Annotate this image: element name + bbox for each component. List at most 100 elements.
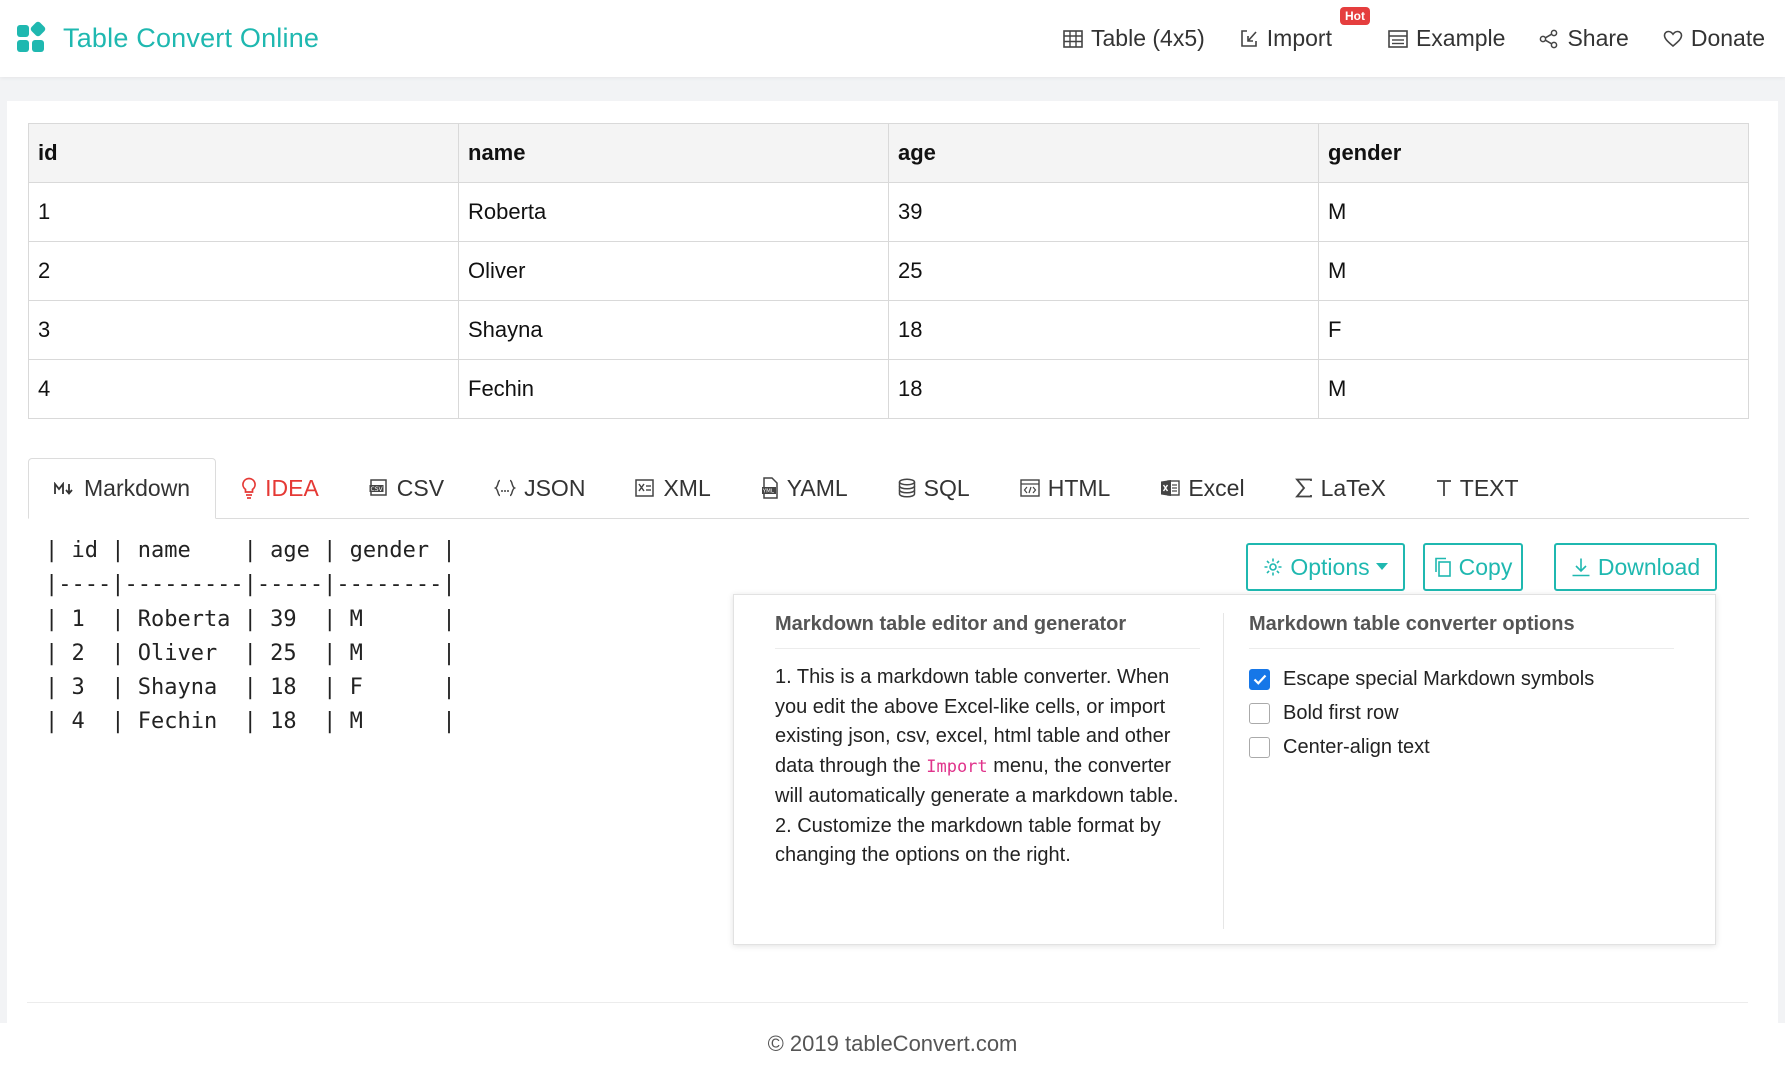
header-cell-name[interactable]: name [458,123,889,183]
table-cell[interactable]: 39 [888,182,1319,242]
nav-table-size[interactable]: Table (4x5) [1063,25,1205,52]
output-line: | 4 | Fechin | 18 | M | [45,709,456,735]
option-bold-first-row[interactable]: Bold first row [1249,696,1674,730]
options-panel: Markdown table editor and generator 1. T… [733,594,1716,945]
table-cell[interactable]: Fechin [458,359,889,419]
help-column: Markdown table editor and generator 1. T… [775,613,1200,871]
copy-icon [1434,557,1451,577]
tab-yaml-label: YAML [786,474,848,501]
options-button-label: Options [1290,553,1370,580]
table-icon [1063,29,1083,48]
table-cell[interactable]: M [1318,182,1749,242]
option-escape-symbols[interactable]: Escape special Markdown symbols [1249,662,1674,696]
xml-icon [635,479,655,497]
checkbox-center-align[interactable] [1249,736,1270,758]
table-cell[interactable]: 2 [28,241,459,301]
footer-divider [27,1002,1748,1003]
tab-excel-label: Excel [1188,474,1245,501]
brand-title: Table Convert Online [63,23,320,53]
download-button[interactable]: Download [1554,543,1717,591]
nav-example-label: Example [1415,25,1506,51]
nav-share-label: Share [1567,25,1629,51]
tab-markdown-label: Markdown [84,475,191,501]
table-cell[interactable]: F [1318,300,1749,360]
header-cell-gender[interactable]: gender [1318,123,1749,183]
import-icon [1240,29,1257,47]
tab-idea-label: IDEA [265,474,319,501]
brand[interactable]: Table Convert Online [17,20,320,54]
help-paragraph-2: 2. Customize the markdown table format b… [775,814,1161,867]
checkbox-bold-first-row[interactable] [1249,702,1270,724]
tab-yaml[interactable]: YML YAML [736,458,873,518]
caret-down-icon [1375,563,1388,570]
footer: © 2019 tableConvert.com [0,1023,1785,1080]
checkbox-escape-symbols[interactable] [1249,668,1270,690]
gear-icon [1264,558,1282,576]
table-cell[interactable]: 3 [28,300,459,360]
table-row: 3 Shayna 18 F [28,300,1749,360]
check-icon [1253,674,1266,685]
table-cell[interactable]: M [1318,241,1749,301]
table-cell[interactable]: 4 [28,359,459,419]
table-row: 2 Oliver 25 M [28,241,1749,301]
main-card: id name age gender 1 Roberta 39 M 2 Oliv… [7,101,1778,1023]
data-table-editor: id name age gender 1 Roberta 39 M 2 Oliv… [28,123,1749,419]
table-cell[interactable]: 18 [888,359,1319,419]
tab-latex[interactable]: LaTeX [1270,458,1411,518]
database-icon [898,478,915,498]
example-icon [1388,29,1408,48]
table-cell[interactable]: 25 [888,241,1319,301]
top-header: Table Convert Online Table (4x5) Import … [0,0,1785,77]
output-line: |----|---------|-----|--------| [45,572,456,598]
sigma-icon [1294,478,1312,498]
options-list: Escape special Markdown symbols Bold fir… [1249,662,1674,764]
heart-icon [1663,30,1683,47]
table-cell[interactable]: Oliver [458,241,889,301]
tab-xml-label: XML [663,474,711,501]
header-cell-age[interactable]: age [888,123,1319,183]
tab-html[interactable]: HTML [995,458,1136,518]
lightbulb-icon [242,477,256,499]
tab-text[interactable]: TEXT [1411,458,1544,518]
share-icon [1540,29,1558,48]
copy-button[interactable]: Copy [1423,543,1523,591]
option-center-align[interactable]: Center-align text [1249,730,1674,764]
hot-badge: Hot [1339,7,1370,25]
nav-import[interactable]: Import Hot [1239,7,1370,52]
yaml-icon: YML [762,477,778,499]
output-line: | 3 | Shayna | 18 | F | [45,675,456,701]
tab-html-label: HTML [1047,474,1111,501]
panel-divider [1223,613,1224,929]
options-button[interactable]: Options [1246,543,1405,591]
tab-sql[interactable]: SQL [873,458,995,518]
tab-json[interactable]: JSON [469,458,610,518]
table-cell[interactable]: Roberta [458,182,889,242]
output-line: | 2 | Oliver | 25 | M | [45,640,456,666]
nav-import-label: Import [1266,25,1332,51]
header-cell-id[interactable]: id [28,123,459,183]
tab-csv[interactable]: CSV CSV [344,458,469,518]
table-cell[interactable]: 1 [28,182,459,242]
option-escape-symbols-label: Escape special Markdown symbols [1283,667,1595,690]
table-cell[interactable]: Shayna [458,300,889,360]
output-line: | id | name | age | gender | [45,538,456,563]
table-cell[interactable]: M [1318,359,1749,419]
help-title: Markdown table editor and generator [775,613,1200,649]
nav-donate[interactable]: Donate [1663,25,1765,52]
download-button-label: Download [1597,553,1701,580]
tab-json-label: JSON [524,474,586,501]
options-column: Markdown table converter options Escape … [1249,613,1674,764]
option-bold-first-row-label: Bold first row [1283,701,1399,724]
tab-csv-label: CSV [396,474,445,501]
tab-xml[interactable]: XML [610,458,735,518]
tab-text-label: TEXT [1459,474,1519,501]
tab-markdown[interactable]: Markdown [28,458,217,519]
nav-example[interactable]: Example [1388,25,1505,52]
help-text: 1. This is a markdown table converter. W… [775,663,1200,871]
table-cell[interactable]: 18 [888,300,1319,360]
tab-excel[interactable]: Excel [1135,458,1269,518]
tab-idea[interactable]: IDEA [216,458,344,518]
output-line: | 1 | Roberta | 39 | M | [45,606,456,632]
nav-share[interactable]: Share [1539,25,1629,52]
markdown-output[interactable]: | id | name | age | gender | |----|------… [45,534,456,740]
